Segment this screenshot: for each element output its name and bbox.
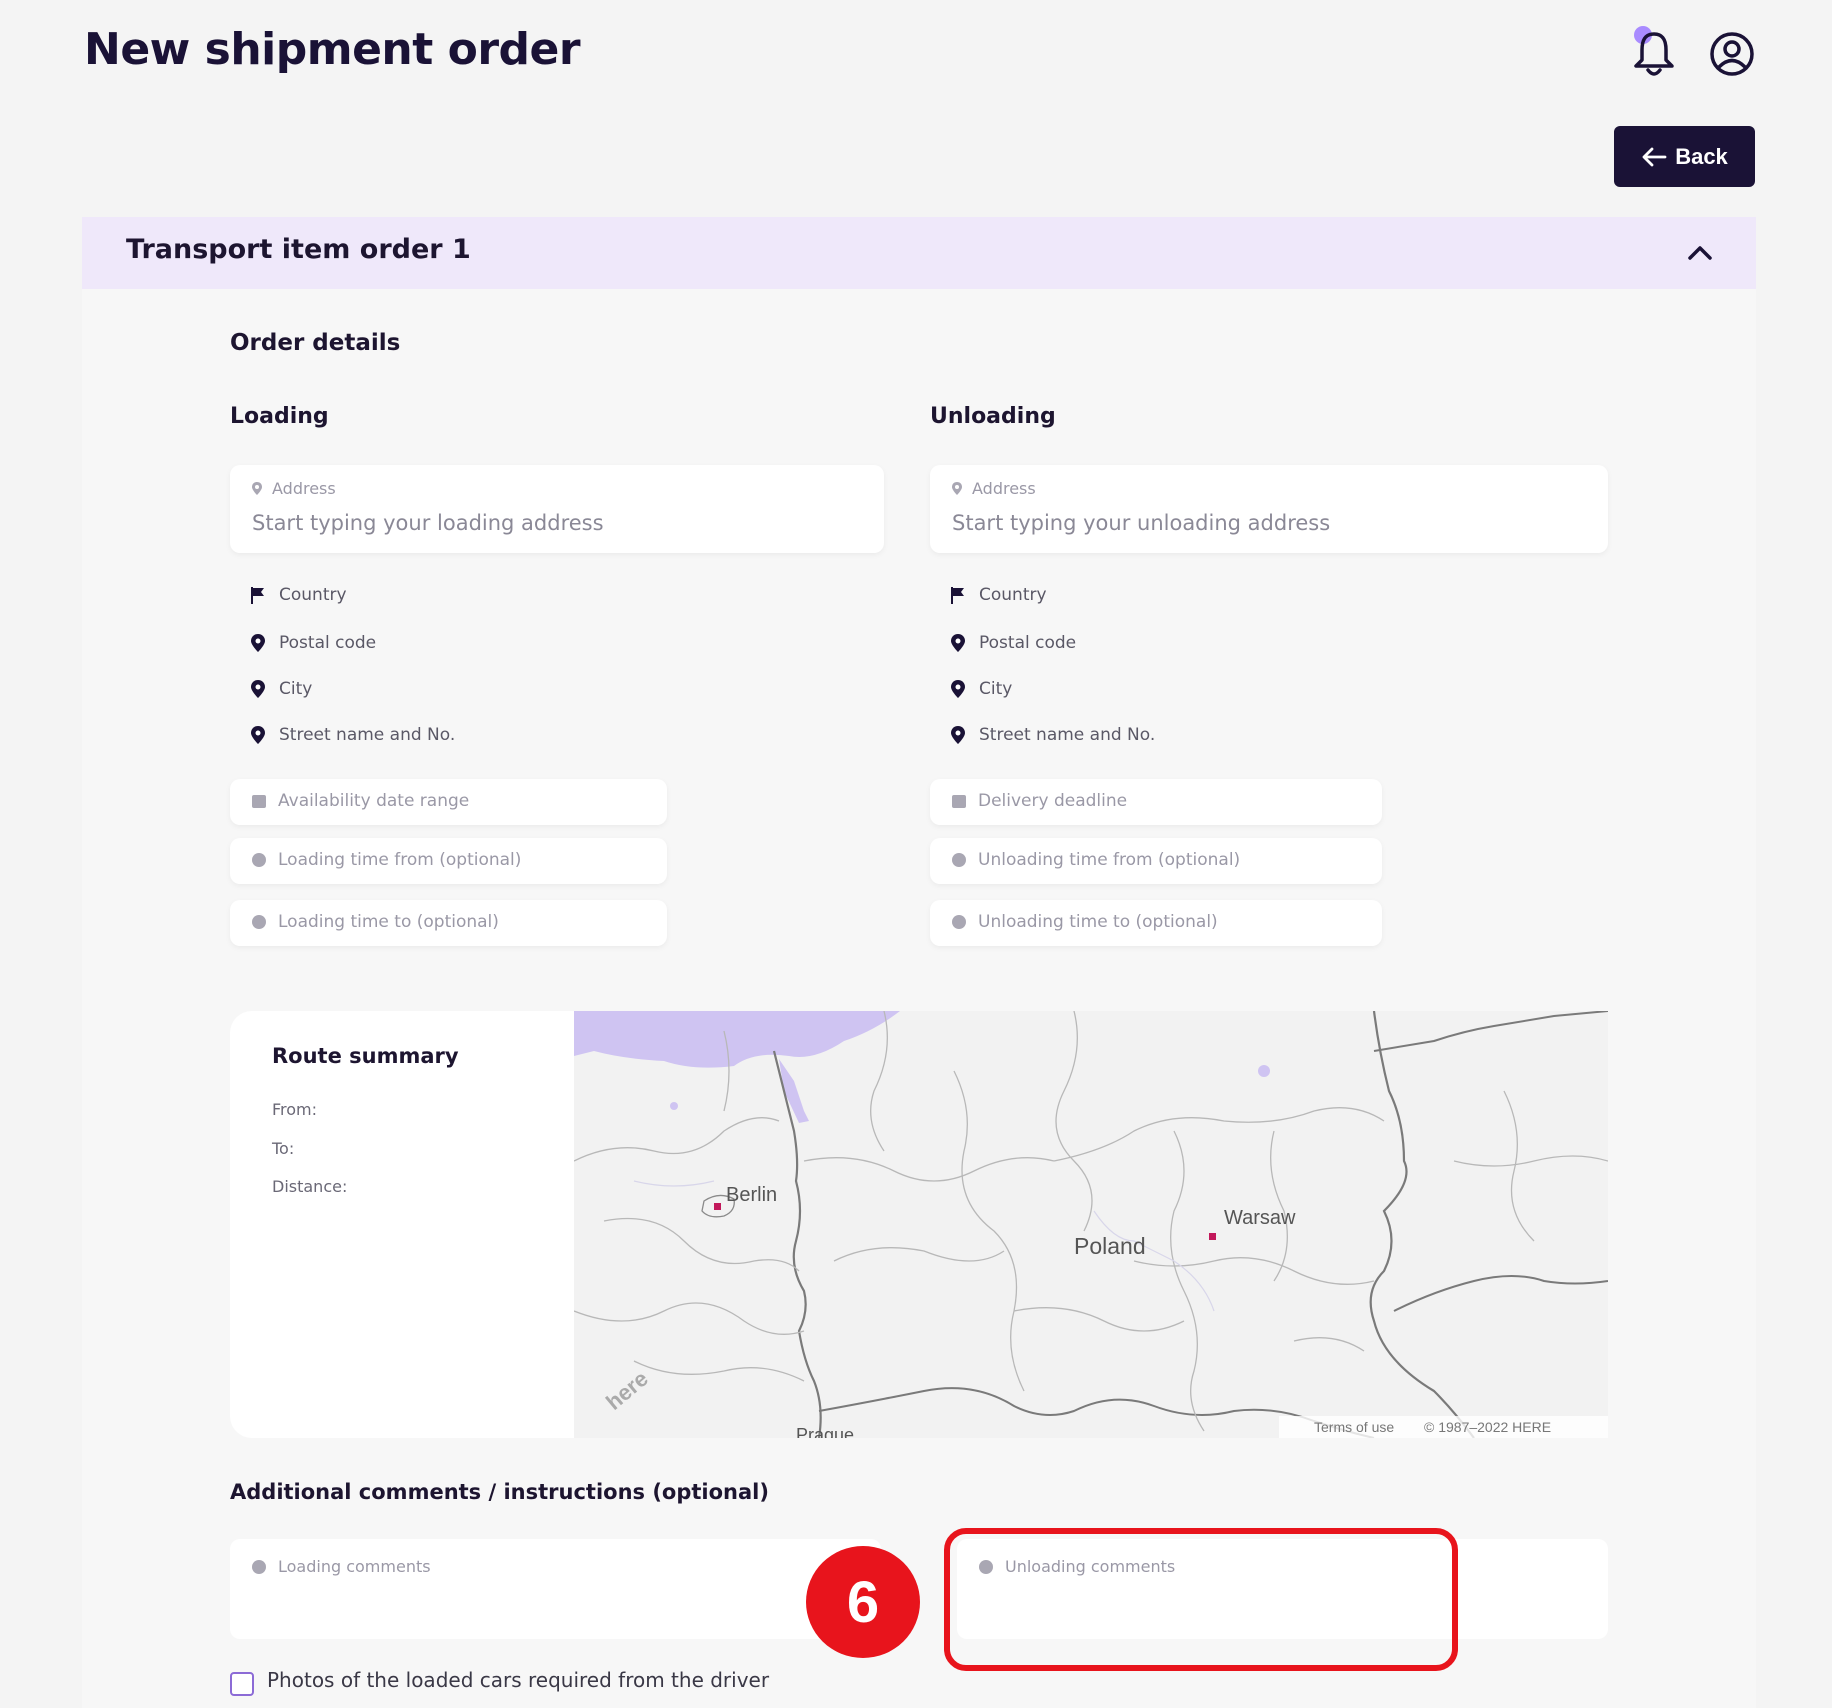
unloading-street-row: Street name and No.: [951, 725, 1155, 745]
availability-date-range-label: Availability date range: [278, 791, 470, 811]
map-label-warsaw: Warsaw: [1224, 1207, 1296, 1229]
bell-icon[interactable]: [1630, 28, 1678, 78]
flag-icon: [951, 586, 964, 604]
map-label-prague: Prague: [796, 1425, 854, 1438]
page-title: New shipment order: [84, 24, 581, 75]
back-button-label: Back: [1675, 143, 1728, 169]
photos-required-label[interactable]: Photos of the loaded cars required from …: [267, 1668, 769, 1692]
comment-icon: [252, 1559, 266, 1574]
loading-comments-input[interactable]: Loading comments: [230, 1539, 881, 1639]
clock-icon: [952, 853, 966, 867]
loading-city-label: City: [279, 679, 313, 699]
unloading-country-row: Country: [951, 585, 1047, 605]
map-terms-link: Terms of use: [1314, 1419, 1394, 1435]
map-pin-icon: [951, 726, 965, 744]
unloading-time-to-label: Unloading time to (optional): [978, 912, 1218, 932]
map-label-berlin: Berlin: [726, 1184, 777, 1206]
transport-item-title: Transport item order 1: [126, 234, 471, 265]
loading-address-label: Address: [272, 479, 336, 498]
loading-time-from-field[interactable]: Loading time from (optional): [230, 838, 667, 884]
clock-icon: [952, 915, 966, 929]
flag-icon: [251, 586, 264, 604]
route-distance-label: Distance:: [272, 1177, 348, 1196]
loading-address-input[interactable]: Address Start typing your loading addres…: [230, 465, 884, 553]
unloading-time-from-label: Unloading time from (optional): [978, 850, 1241, 870]
unloading-address-input[interactable]: Address Start typing your unloading addr…: [930, 465, 1608, 553]
loading-time-to-field[interactable]: Loading time to (optional): [230, 900, 667, 946]
loading-country-row: Country: [251, 585, 347, 605]
calendar-icon: [252, 794, 266, 808]
loading-street-row: Street name and No.: [251, 725, 455, 745]
map-pin-icon: [251, 680, 265, 698]
clock-icon: [252, 853, 266, 867]
loading-title: Loading: [230, 404, 329, 429]
unloading-postal-row: Postal code: [951, 633, 1076, 653]
user-account-icon[interactable]: [1708, 30, 1756, 78]
unloading-title: Unloading: [930, 404, 1056, 429]
chevron-up-icon[interactable]: [1684, 240, 1716, 264]
route-from-label: From:: [272, 1100, 318, 1119]
unloading-postal-label: Postal code: [979, 633, 1077, 653]
map-pin-icon: [951, 634, 965, 652]
location-pin-icon: [252, 482, 262, 495]
comments-title: Additional comments / instructions (opti…: [230, 1480, 769, 1504]
loading-postal-row: Postal code: [251, 633, 376, 653]
berlin-marker: [714, 1203, 721, 1210]
order-details-title: Order details: [230, 330, 401, 356]
map-pin-icon: [951, 680, 965, 698]
route-summary-title: Route summary: [272, 1044, 459, 1068]
loading-city-row: City: [251, 679, 312, 699]
route-map[interactable]: Berlin Poland Warsaw Prague here Terms o…: [574, 1011, 1608, 1438]
loading-street-label: Street name and No.: [279, 725, 456, 745]
unloading-address-placeholder: Start typing your unloading address: [952, 511, 1331, 535]
unloading-country-label: Country: [979, 585, 1047, 605]
warsaw-marker: [1209, 1233, 1216, 1240]
unloading-time-from-field[interactable]: Unloading time from (optional): [930, 838, 1382, 884]
loading-time-from-label: Loading time from (optional): [278, 850, 522, 870]
map-pin-icon: [251, 726, 265, 744]
arrow-left-icon: [1642, 147, 1667, 166]
availability-date-range-field[interactable]: Availability date range: [230, 779, 667, 825]
unloading-address-label: Address: [972, 479, 1036, 498]
unloading-city-label: City: [979, 679, 1013, 699]
loading-comments-label: Loading comments: [278, 1557, 431, 1576]
unloading-comments-highlight: [944, 1528, 1458, 1671]
unloading-time-to-field[interactable]: Unloading time to (optional): [930, 900, 1382, 946]
clock-icon: [252, 915, 266, 929]
loading-time-to-label: Loading time to (optional): [278, 912, 499, 932]
calendar-icon: [952, 794, 966, 808]
delivery-deadline-field[interactable]: Delivery deadline: [930, 779, 1382, 825]
loading-address-placeholder: Start typing your loading address: [252, 511, 604, 535]
unloading-city-row: City: [951, 679, 1012, 699]
unloading-street-label: Street name and No.: [979, 725, 1156, 745]
loading-country-label: Country: [279, 585, 347, 605]
location-pin-icon: [952, 482, 962, 495]
step-number-badge: 6: [806, 1546, 920, 1658]
back-button[interactable]: Back: [1614, 126, 1755, 187]
loading-postal-label: Postal code: [279, 633, 377, 653]
map-pin-icon: [251, 634, 265, 652]
map-copyright: © 1987–2022 HERE: [1424, 1419, 1551, 1435]
delivery-deadline-label: Delivery deadline: [978, 791, 1128, 811]
map-label-poland: Poland: [1074, 1233, 1146, 1259]
route-to-label: To:: [272, 1139, 295, 1158]
photos-required-checkbox[interactable]: [230, 1672, 254, 1696]
